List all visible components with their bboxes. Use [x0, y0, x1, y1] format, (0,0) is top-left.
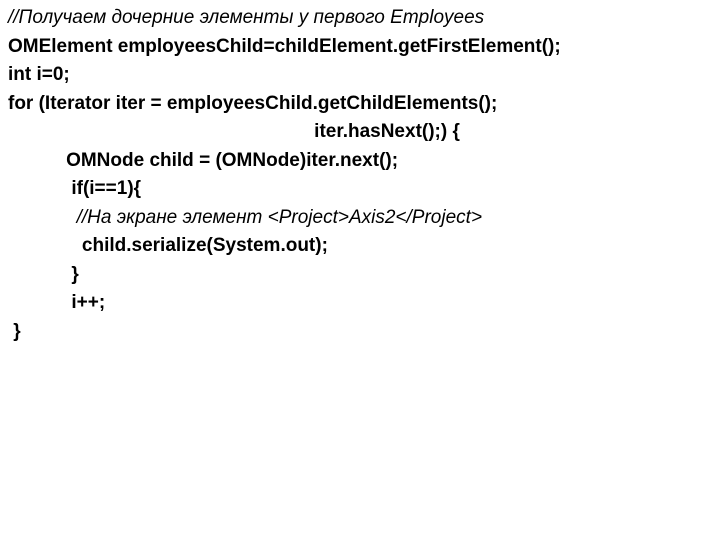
code-line-2: OMElement employeesChild=childElement.ge…: [8, 33, 712, 62]
code-line-13: }: [8, 318, 712, 347]
code-line-7: OMNode child = (OMNode)iter.next();: [8, 147, 712, 176]
code-line-10: child.serialize(System.out);: [8, 232, 712, 261]
code-line-9: //На экране элемент <Project>Axis2</Proj…: [8, 204, 712, 233]
code-line-5: iter.hasNext();) {: [8, 118, 712, 147]
code-block: //Получаем дочерние элементы у первого E…: [0, 0, 720, 346]
code-line-4: for (Iterator iter = employeesChild.getC…: [8, 90, 712, 119]
code-line-8: if(i==1){: [8, 175, 712, 204]
inline-comment: //На экране элемент <Project>Axis2</Proj…: [77, 207, 482, 228]
code-line-1: //Получаем дочерние элементы у первого E…: [8, 4, 712, 33]
code-line-3: int i=0;: [8, 61, 712, 90]
code-line-11: }: [8, 261, 712, 290]
code-line-12: i++;: [8, 289, 712, 318]
